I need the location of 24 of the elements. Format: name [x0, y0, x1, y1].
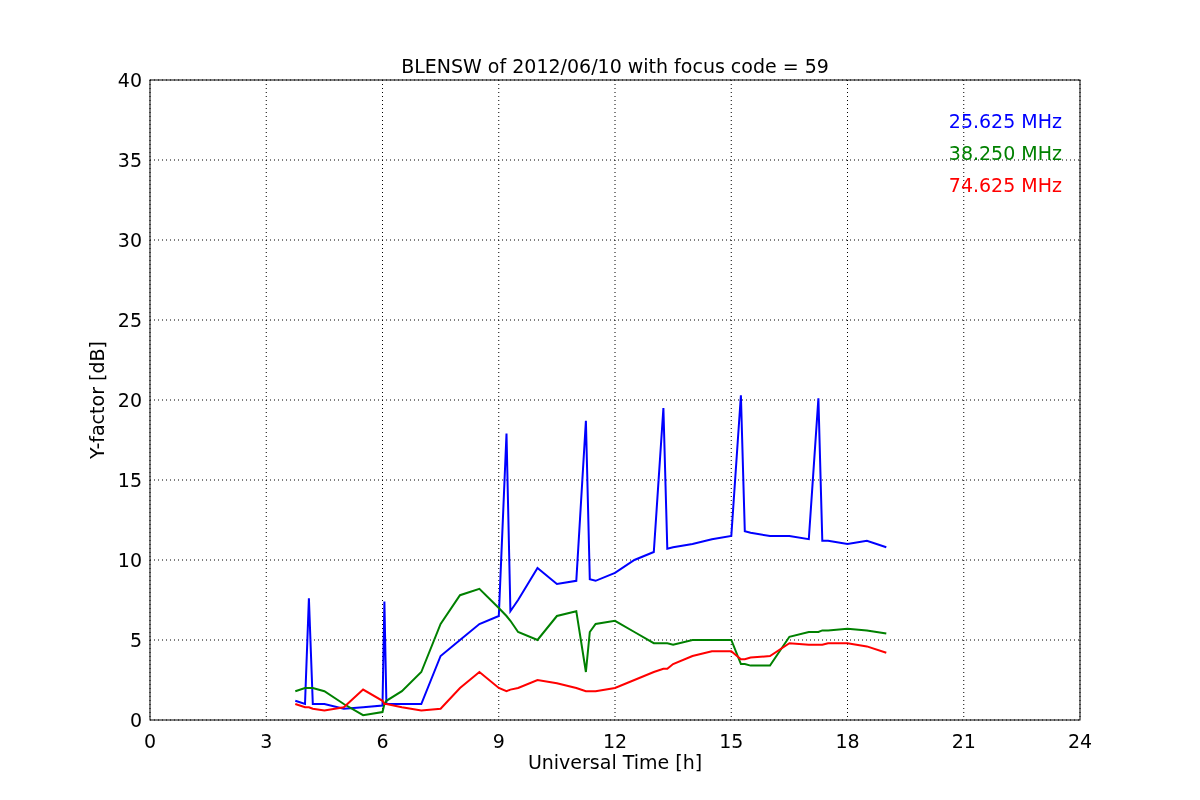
- legend-label: 74.625 MHz: [948, 174, 1062, 196]
- x-tick-label: 6: [376, 730, 389, 752]
- legend-label: 25.625 MHz: [948, 110, 1062, 132]
- x-axis-label: Universal Time [h]: [527, 751, 703, 773]
- y-tick-label: 10: [117, 549, 142, 571]
- x-tick-label: 9: [492, 730, 505, 752]
- y-tick-label: 30: [117, 229, 142, 251]
- y-tick-label: 5: [129, 629, 142, 651]
- legend-label: 38.250 MHz: [948, 142, 1062, 164]
- y-tick-label: 35: [117, 149, 142, 171]
- x-tick-label: 18: [835, 730, 860, 752]
- x-tick-label: 21: [951, 730, 976, 752]
- y-tick-label: 0: [129, 709, 142, 731]
- y-tick-label: 20: [117, 389, 142, 411]
- x-tick-label: 3: [260, 730, 273, 752]
- y-tick-label: 40: [117, 69, 142, 91]
- y-axis-label: Y-factor [dB]: [86, 341, 108, 459]
- x-tick-label: 15: [719, 730, 744, 752]
- x-tick-label: 12: [602, 730, 628, 752]
- chart-title: BLENSW of 2012/06/10 with focus code = 59: [401, 55, 829, 77]
- x-tick-label: 24: [1067, 730, 1093, 752]
- y-tick-label: 15: [117, 469, 142, 491]
- y-tick-label: 25: [117, 309, 142, 331]
- x-tick-label: 0: [143, 730, 157, 752]
